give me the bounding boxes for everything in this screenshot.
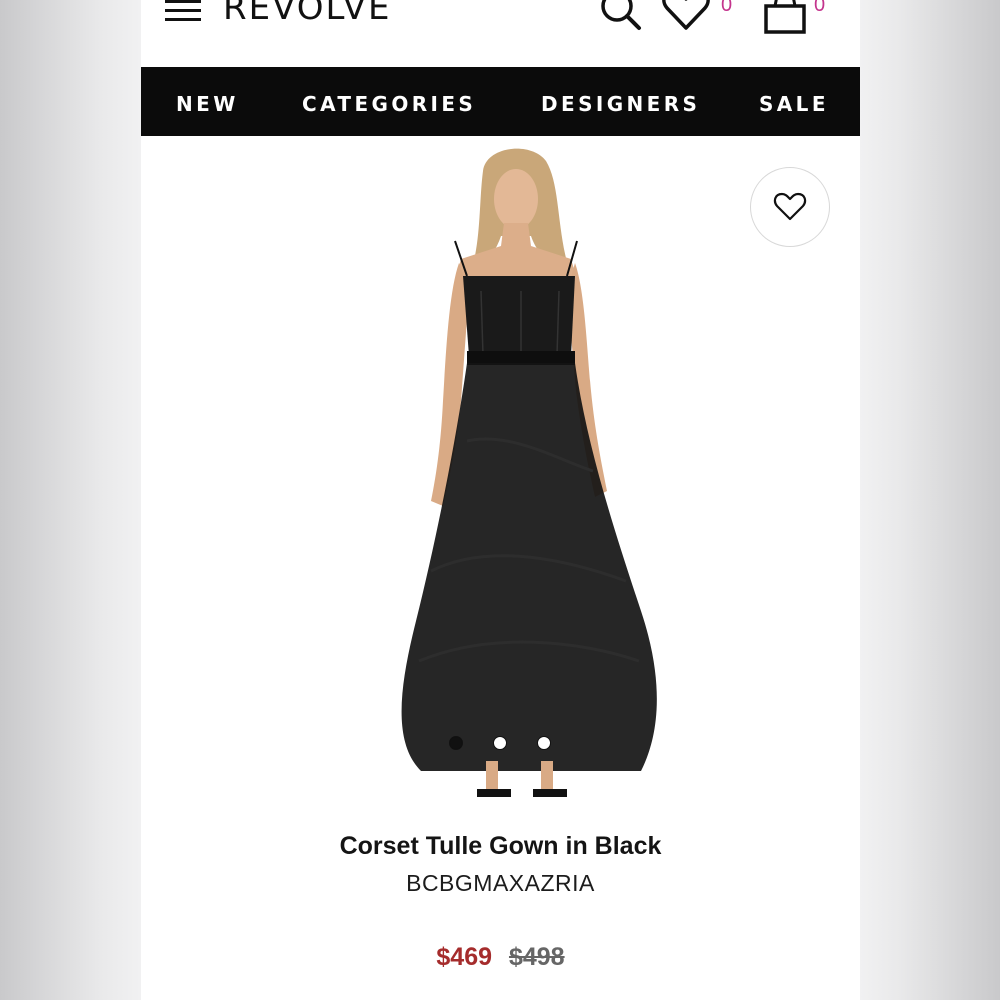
- nav-item-designers[interactable]: DESIGNERS: [541, 92, 700, 116]
- carousel-dot-2[interactable]: [493, 736, 507, 750]
- product-image-carousel[interactable]: [141, 136, 860, 816]
- sale-price: $469: [436, 943, 493, 971]
- search-icon[interactable]: [597, 0, 645, 34]
- heart-icon[interactable]: [661, 0, 711, 32]
- carousel-dot-3[interactable]: [537, 736, 551, 750]
- bag-count: 0: [814, 0, 826, 16]
- shopping-bag-icon[interactable]: [761, 0, 809, 34]
- heart-icon: [773, 192, 807, 221]
- menu-icon[interactable]: [165, 0, 203, 24]
- nav-item-categories[interactable]: CATEGORIES: [302, 92, 476, 116]
- wishlist-count: 0: [721, 0, 733, 16]
- header: REVOLVE 0 0: [141, 0, 860, 66]
- original-price: $498: [508, 943, 565, 971]
- product-photo: [401, 148, 657, 797]
- main-nav: NEW CATEGORIES DESIGNERS SALE: [141, 67, 860, 136]
- product-brand[interactable]: BCBGMAXAZRIA: [141, 870, 860, 897]
- nav-item-new[interactable]: NEW: [176, 92, 239, 116]
- carousel-dot-1[interactable]: [449, 736, 463, 750]
- phone-screen: REVOLVE 0 0 NEW CATEGORIES DESIGNERS SAL…: [141, 0, 860, 1000]
- product-title: Corset Tulle Gown in Black: [339, 832, 662, 860]
- product-prices: $469 $498: [141, 943, 860, 972]
- favorite-button[interactable]: [750, 167, 830, 247]
- nav-item-sale[interactable]: SALE: [759, 92, 829, 116]
- carousel-dots: [441, 736, 561, 752]
- logo[interactable]: REVOLVE: [223, 0, 391, 28]
